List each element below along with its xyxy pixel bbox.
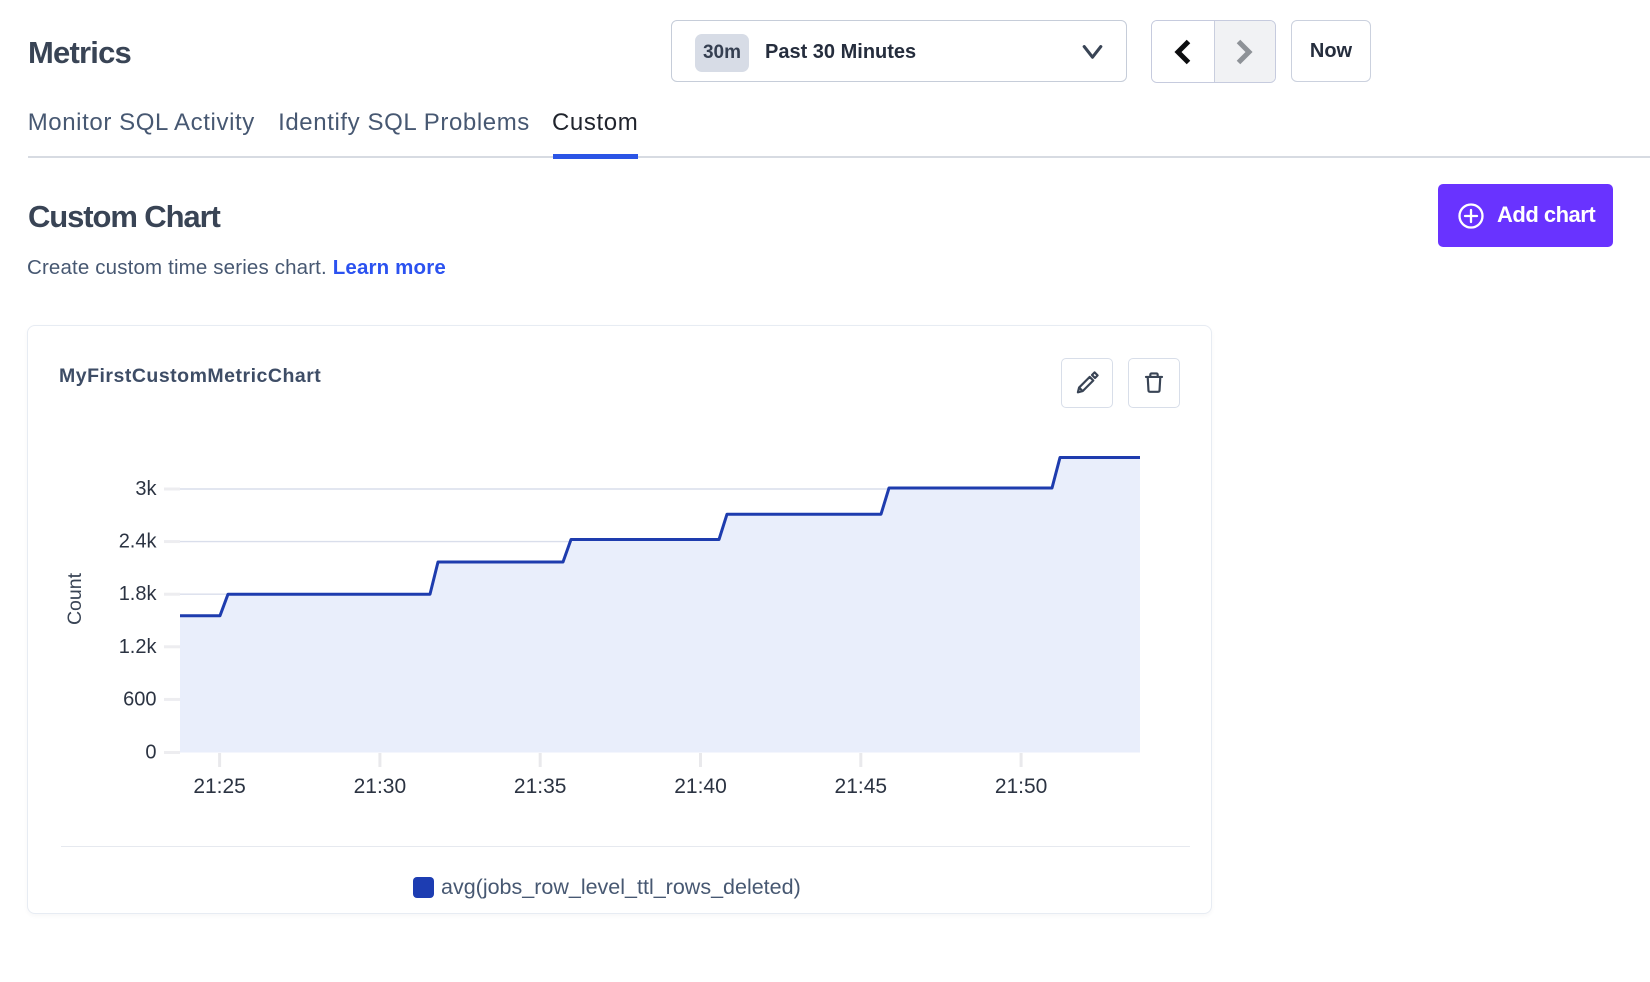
svg-text:21:40: 21:40 <box>674 775 727 798</box>
svg-text:2.4k: 2.4k <box>119 531 158 553</box>
svg-text:21:45: 21:45 <box>835 775 888 798</box>
svg-text:0: 0 <box>145 742 156 764</box>
svg-text:1.8k: 1.8k <box>119 583 158 605</box>
svg-text:21:35: 21:35 <box>514 775 567 798</box>
svg-text:3k: 3k <box>135 478 157 500</box>
svg-text:21:50: 21:50 <box>995 775 1048 798</box>
svg-text:21:25: 21:25 <box>193 775 246 798</box>
svg-text:Count: Count <box>64 572 86 625</box>
svg-text:600: 600 <box>123 688 156 710</box>
svg-text:1.2k: 1.2k <box>119 636 158 658</box>
svg-text:21:30: 21:30 <box>354 775 407 798</box>
